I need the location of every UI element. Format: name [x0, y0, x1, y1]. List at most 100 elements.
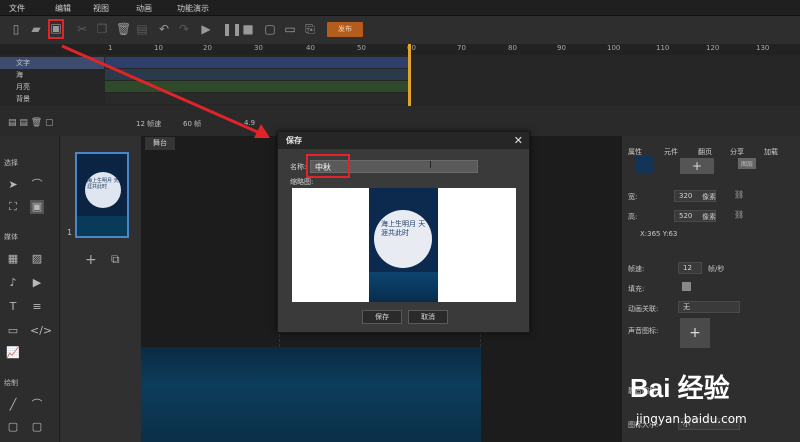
menu-bar: 文件 编辑 视图 动画 功能演示	[0, 0, 800, 16]
add-bg-button[interactable]: +	[680, 158, 714, 174]
thumbnail-preview: 海上生明月 天涯共此时	[292, 188, 516, 302]
add-layer-icon[interactable]: ▤ ▤ 🗑 ▢	[8, 118, 54, 128]
highlight-box	[306, 154, 350, 178]
play-icon[interactable]: ▶	[200, 22, 212, 36]
preview-icon[interactable]: ▢	[264, 22, 276, 36]
open-folder-icon[interactable]: ▰	[30, 22, 42, 36]
line-tool-icon[interactable]: ╱	[6, 398, 20, 412]
grid-icon[interactable]: ▦	[6, 252, 20, 266]
thumb-text: 海上生明月 天涯共此时	[87, 178, 119, 190]
track-bg[interactable]	[105, 93, 408, 104]
pause-icon[interactable]: ❚❚	[222, 22, 242, 36]
width-label: 宽:	[628, 193, 638, 201]
select-section-title: 选择	[4, 159, 18, 167]
sound-icon[interactable]: ♪	[6, 276, 20, 290]
stop-icon[interactable]: ■	[242, 22, 254, 36]
menu-file[interactable]: 文件	[9, 3, 25, 14]
image-icon[interactable]: ▨	[30, 252, 44, 266]
name-label: 名称:	[290, 163, 307, 171]
layer-name: 背景	[16, 95, 30, 103]
ruler-tick: 40	[306, 44, 315, 52]
tab-loading[interactable]: 加载	[764, 147, 778, 157]
track-sea[interactable]	[105, 69, 408, 80]
toolbar: ▯ ▰ ▣ ✂ ❐ 🗑 ▤ ↶ ↷ ▶ ❚❚ ■ ▢ ▭ ⎘ 发布	[0, 16, 800, 44]
anim-label: 动画关联:	[628, 305, 659, 313]
new-file-icon[interactable]: ▯	[10, 22, 22, 36]
curve-tool-icon[interactable]: ⌒	[30, 398, 44, 412]
media-section-title: 媒体	[4, 233, 18, 241]
screen-icon[interactable]: ▭	[284, 22, 296, 36]
layer-row[interactable]: 文字	[0, 57, 104, 69]
menu-edit[interactable]: 编辑	[55, 3, 71, 14]
layer-name: 海	[16, 71, 23, 79]
track-text[interactable]	[105, 57, 408, 68]
preview-sea	[369, 272, 438, 302]
add-sound-icon-button[interactable]: +	[680, 318, 710, 348]
round-rect-tool-icon[interactable]: ▢	[30, 420, 44, 434]
height-label: 高:	[628, 213, 638, 221]
preview-moon	[374, 210, 432, 268]
fps-input[interactable]: 12	[678, 262, 702, 274]
export-icon[interactable]: ⎘	[304, 22, 316, 36]
fill-color-swatch[interactable]	[682, 282, 691, 291]
cut-icon[interactable]: ✂	[76, 22, 88, 36]
save-dialog: 保存 ✕ 名称: 中秋 Ι 缩略图: 海上生明月 天涯共此时 保存 取消	[277, 131, 530, 333]
save-icon[interactable]: ▣	[48, 19, 64, 39]
delete-icon[interactable]: 🗑	[116, 22, 131, 36]
transform-tool-icon[interactable]: ⛶	[6, 200, 20, 214]
tab-share[interactable]: 分享	[730, 147, 744, 157]
tab-components[interactable]: 元件	[664, 147, 678, 157]
layer-name: 文字	[16, 59, 30, 67]
arrow-tool-icon[interactable]: ➤	[6, 178, 20, 192]
link-icon[interactable]: ⛓	[734, 210, 744, 219]
video-icon[interactable]: ▶	[30, 276, 44, 290]
playhead[interactable]	[408, 44, 411, 106]
timeline-ruler: 1 10 20 30 40 50 60 70 80 90 100 110 120…	[0, 44, 800, 55]
sound-icon-label: 声音图标:	[628, 327, 659, 335]
ruler-tick: 50	[357, 44, 366, 52]
draw-section-title: 绘制	[4, 379, 18, 387]
preview-text: 海上生明月 天涯共此时	[381, 220, 426, 237]
redo-icon[interactable]: ↷	[178, 22, 190, 36]
paste-icon[interactable]: ▤	[136, 22, 148, 36]
ruler-tick: 110	[656, 44, 670, 52]
layer-row[interactable]: 海	[0, 69, 104, 81]
menu-view[interactable]: 视图	[93, 3, 109, 14]
layer-row[interactable]: 月亮	[0, 81, 104, 93]
width-unit: 像素	[702, 193, 716, 201]
copy-icon[interactable]: ❐	[96, 22, 108, 36]
layer-name: 月亮	[16, 83, 30, 91]
save-button[interactable]: 保存	[362, 310, 402, 324]
menu-animation[interactable]: 动画	[136, 3, 152, 14]
rect-tool-icon[interactable]: ▢	[6, 420, 20, 434]
watermark-url: jingyan.baidu.com	[636, 412, 747, 426]
tab-flip[interactable]: 翻页	[698, 147, 712, 157]
link-icon[interactable]: ⛓	[734, 190, 744, 199]
page-thumbnail[interactable]: 海上生明月 天涯共此时	[75, 152, 129, 238]
dialog-title: 保存	[278, 132, 529, 149]
paragraph-icon[interactable]: ≡	[30, 300, 44, 314]
track-moon[interactable]	[105, 81, 408, 92]
layer-row[interactable]: 背景	[0, 93, 104, 105]
ruler-tick: 70	[457, 44, 466, 52]
sea-graphic	[77, 216, 127, 236]
comment-icon[interactable]: ▭	[6, 324, 20, 338]
anim-select[interactable]: 无	[678, 301, 740, 313]
publish-button[interactable]: 发布	[327, 22, 363, 37]
copy-page-icon[interactable]: ⧉	[111, 252, 120, 267]
undo-icon[interactable]: ↶	[158, 22, 170, 36]
cancel-button[interactable]: 取消	[408, 310, 448, 324]
stage-tab[interactable]: 舞台	[145, 137, 175, 150]
code-icon[interactable]: </>	[30, 324, 52, 338]
timeline: 1 10 20 30 40 50 60 70 80 90 100 110 120…	[0, 44, 800, 106]
fps-unit: 帧/秒	[708, 265, 725, 273]
menu-demo[interactable]: 功能演示	[177, 3, 209, 14]
text-tool-icon[interactable]: T	[6, 300, 20, 314]
chart-icon[interactable]: 📈	[6, 346, 20, 360]
lasso-tool-icon[interactable]: ⌒	[30, 178, 44, 192]
crop-tool-icon[interactable]: ▣	[30, 200, 44, 214]
add-page-icon[interactable]: +	[85, 252, 97, 268]
duration: 4.9	[244, 119, 256, 127]
close-icon[interactable]: ✕	[514, 134, 523, 147]
current-frame: 12 帧速	[136, 120, 162, 128]
